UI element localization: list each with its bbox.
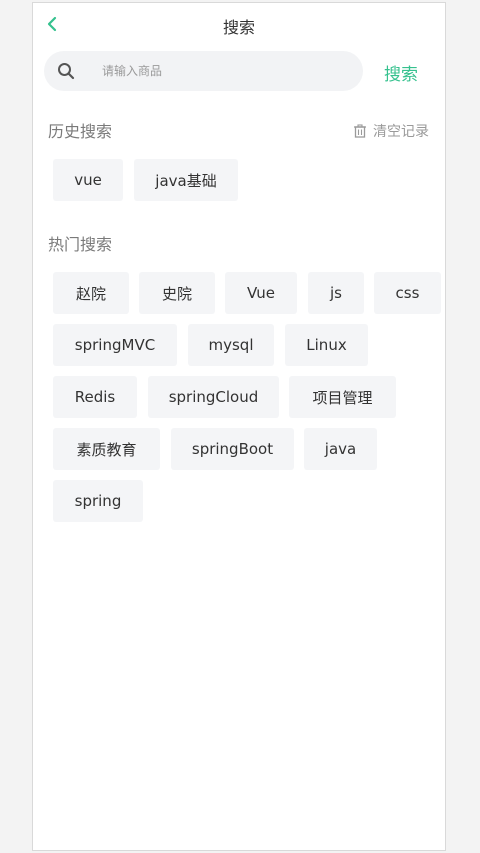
hot-tag[interactable]: 赵院 — [53, 272, 129, 314]
hot-section-title: 热门搜索 — [48, 235, 113, 254]
page-title: 搜索 — [222, 18, 255, 37]
hot-tag[interactable]: java — [304, 428, 377, 470]
hot-tag[interactable]: springCloud — [148, 376, 279, 418]
hot-tag[interactable]: springBoot — [171, 428, 294, 470]
hot-tag[interactable]: mysql — [188, 324, 274, 366]
search-icon — [56, 61, 76, 81]
search-input[interactable] — [100, 63, 334, 79]
hot-tag[interactable]: js — [308, 272, 364, 314]
hot-tag[interactable]: 素质教育 — [53, 428, 160, 470]
trash-icon — [353, 124, 367, 138]
clear-history-label: 清空记录 — [373, 124, 429, 140]
hot-tag[interactable]: springMVC — [53, 324, 177, 366]
hot-tag[interactable]: Redis — [53, 376, 137, 418]
search-box[interactable] — [44, 51, 363, 91]
hot-tag[interactable]: 史院 — [139, 272, 215, 314]
search-page: 搜索 搜索 历史搜索 清空记录 vue java基 — [32, 2, 446, 851]
hot-tag[interactable]: Linux — [285, 324, 368, 366]
top-bar: 搜索 — [33, 3, 445, 47]
history-section-title: 历史搜索 — [48, 122, 113, 141]
hot-tag[interactable]: css — [374, 272, 441, 314]
hot-tag[interactable]: 项目管理 — [289, 376, 396, 418]
history-tag[interactable]: java基础 — [134, 159, 238, 201]
clear-history-button[interactable]: 清空记录 — [353, 121, 429, 141]
search-row: 搜索 — [44, 51, 436, 93]
search-button[interactable]: 搜索 — [384, 60, 418, 85]
hot-tag[interactable]: spring — [53, 480, 143, 522]
history-tag[interactable]: vue — [53, 159, 123, 201]
hot-tag[interactable]: Vue — [225, 272, 297, 314]
